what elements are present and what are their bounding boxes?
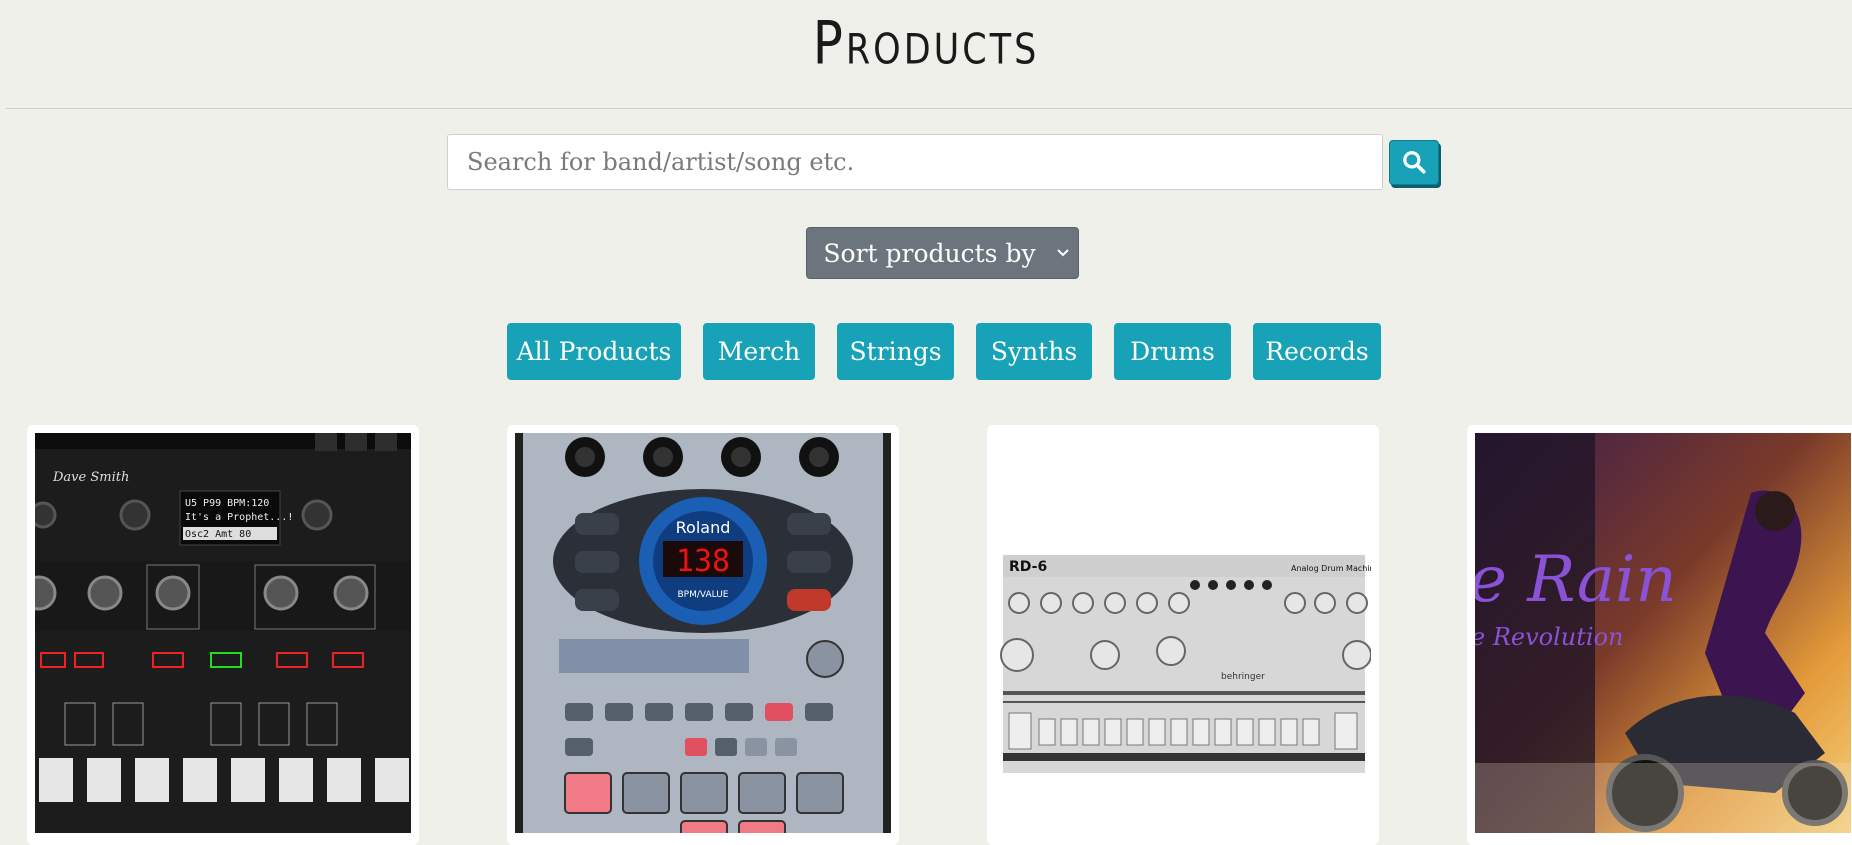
sort-dropdown[interactable]: Sort products by (806, 227, 1079, 279)
search-input[interactable] (447, 134, 1383, 190)
svg-text:e Revolution: e Revolution (1475, 623, 1623, 651)
drum-model-text: RD-6 (1009, 559, 1047, 575)
product-card[interactable]: e Rain e Revolution (1467, 425, 1852, 845)
svg-text:Analog Drum Machine: Analog Drum Machine (1291, 564, 1371, 573)
album-title-text: e Rain (1475, 543, 1677, 617)
product-image-synth[interactable]: Dave Smith U5 P99 BPM:120 It's a Prophet… (35, 433, 411, 833)
category-merch-button[interactable]: Merch (703, 323, 815, 380)
svg-text:behringer: behringer (1221, 672, 1265, 682)
page-title: Products (812, 8, 1040, 78)
product-image-drum-machine[interactable]: RD-6 Analog Drum Machine behringer (995, 433, 1371, 833)
svg-text:138: 138 (676, 544, 730, 579)
product-image-sampler[interactable]: Roland 138 BPM/VALUE (515, 433, 891, 833)
category-synths-button[interactable]: Synths (976, 323, 1092, 380)
product-card[interactable]: Dave Smith U5 P99 BPM:120 It's a Prophet… (27, 425, 419, 845)
category-all-products-button[interactable]: All Products (507, 323, 681, 380)
category-filters: All Products Merch Strings Synths Drums … (507, 323, 1403, 380)
search-icon (1403, 151, 1426, 174)
sampler-brand-text: Roland (676, 518, 731, 537)
svg-text:BPM/VALUE: BPM/VALUE (678, 590, 729, 600)
category-drums-button[interactable]: Drums (1114, 323, 1231, 380)
header-divider (6, 108, 1852, 109)
svg-text:It's a Prophet...!: It's a Prophet...! (185, 512, 293, 523)
category-records-button[interactable]: Records (1253, 323, 1381, 380)
product-card[interactable]: Roland 138 BPM/VALUE (507, 425, 899, 845)
chevron-down-icon (1057, 249, 1069, 257)
product-card[interactable]: RD-6 Analog Drum Machine behringer (987, 425, 1379, 845)
product-image-album-cover[interactable]: e Rain e Revolution (1475, 433, 1851, 833)
search-button[interactable] (1389, 139, 1439, 185)
svg-text:Osc2 Amt 80: Osc2 Amt 80 (185, 529, 251, 540)
svg-text:U5 P99 BPM:120: U5 P99 BPM:120 (185, 498, 269, 509)
category-strings-button[interactable]: Strings (837, 323, 954, 380)
synth-brand-text: Dave Smith (52, 470, 129, 485)
sort-label: Sort products by (823, 238, 1036, 268)
search-bar (447, 134, 1439, 190)
